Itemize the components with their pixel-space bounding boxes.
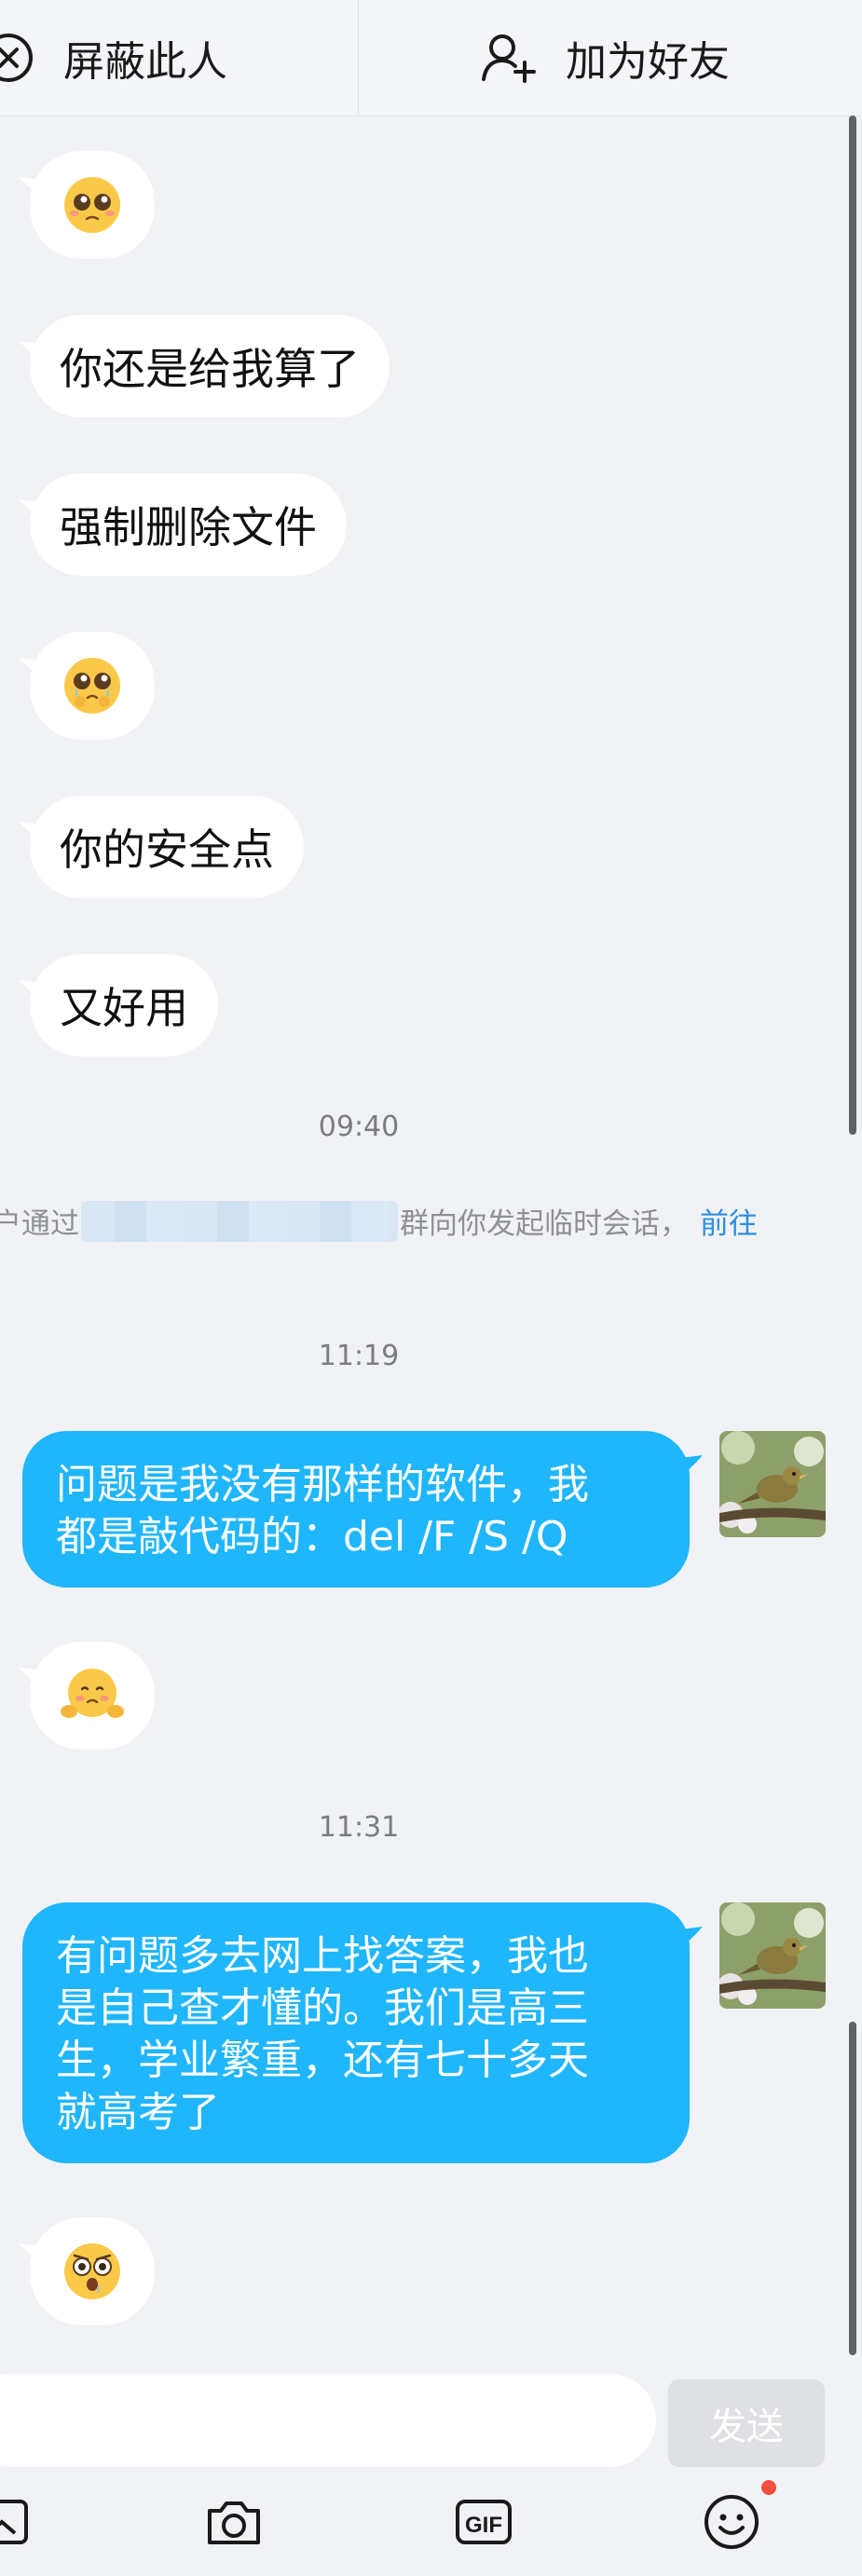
message-input[interactable] — [0, 2374, 656, 2467]
bubble-tail — [19, 822, 47, 848]
avatar[interactable] — [719, 1431, 826, 1537]
message-emoji-shy[interactable] — [19, 1642, 155, 1750]
bubble-tail — [19, 658, 47, 684]
bubble-tail — [19, 980, 47, 1006]
bubble-tail — [19, 341, 47, 367]
message-sent[interactable]: 有问题多去网上找答案，我也 是自己查才懂的。我们是高三 生，学业繁重，还有七十多… — [22, 1902, 703, 2163]
go-to-group-link[interactable]: 前往 — [700, 1200, 758, 1242]
svg-text:GIF: GIF — [465, 2513, 502, 2538]
emoji-icon — [705, 2495, 759, 2549]
message-text: 你的安全点 — [60, 825, 274, 875]
bird-avatar-image — [719, 1431, 826, 1537]
bubble-tail — [673, 1927, 703, 1955]
timestamp: 09:40 — [318, 1111, 400, 1143]
timestamp: 11:19 — [318, 1340, 400, 1372]
gif-button[interactable]: GIF — [451, 2489, 516, 2555]
bird-avatar-image — [719, 1902, 826, 2009]
image-button[interactable] — [0, 2489, 43, 2555]
send-button[interactable]: 发送 — [668, 2379, 825, 2467]
shy-face-emoji-icon — [61, 1669, 124, 1718]
chat-action-bar: 屏蔽此人 加为好友 — [0, 0, 862, 116]
bubble-tail — [19, 177, 47, 203]
bottom-toolbar: GIF — [0, 2473, 862, 2576]
message-text: 强制删除文件 — [60, 502, 317, 552]
image-icon — [0, 2500, 28, 2544]
message-received[interactable]: 你的安全点 — [19, 796, 304, 898]
message-text: 又好用 — [60, 983, 188, 1033]
gif-icon: GIF — [456, 2500, 512, 2544]
bubble-tail — [19, 1668, 47, 1694]
add-user-icon — [482, 34, 536, 83]
avatar[interactable] — [719, 1902, 826, 2009]
topbar-divider — [358, 0, 359, 116]
message-emoji-shocked[interactable] — [19, 2217, 155, 2325]
message-text-line: 都是敲代码的：del /F /S /Q — [56, 1513, 568, 1561]
scroll-thumb-top[interactable] — [849, 116, 856, 1135]
add-friend-label: 加为好友 — [566, 38, 730, 86]
bubble-tail — [19, 499, 47, 525]
blurred-group-name — [81, 1200, 398, 1242]
emoji-button[interactable] — [699, 2480, 776, 2555]
message-received[interactable]: 强制删除文件 — [19, 473, 347, 576]
pleading-face-emoji-icon — [64, 177, 120, 233]
notice-prefix: 户通过 — [0, 1207, 79, 1241]
message-text-line: 是自己查才懂的。我们是高三 — [56, 1984, 589, 2032]
message-emoji-pleading[interactable] — [19, 151, 155, 259]
message-emoji-crying[interactable] — [19, 632, 155, 740]
crying-pleading-emoji-icon — [64, 658, 120, 714]
message-input-area: 发送 — [0, 2361, 862, 2473]
message-text-line: 生，学业繁重，还有七十多天 — [56, 2037, 589, 2084]
bubble-tail — [673, 1455, 703, 1483]
message-sent[interactable]: 问题是我没有那样的软件，我 都是敲代码的：del /F /S /Q — [22, 1431, 703, 1588]
timestamp: 11:31 — [318, 1811, 400, 1844]
scroll-thumb-bottom[interactable] — [849, 2022, 856, 2355]
block-user-label: 屏蔽此人 — [63, 38, 227, 86]
message-text-line: 有问题多去网上找答案，我也 — [56, 1932, 589, 1980]
message-text: 你还是给我算了 — [60, 344, 360, 394]
message-text-line: 问题是我没有那样的软件，我 — [56, 1461, 589, 1508]
block-icon — [0, 34, 33, 82]
bubble-tail — [19, 2243, 47, 2269]
message-received[interactable]: 又好用 — [19, 954, 218, 1056]
notification-dot — [761, 2480, 776, 2495]
temporary-session-notice: 户通过 群向你发起临时会话， 前往 — [0, 1200, 758, 1242]
camera-icon — [208, 2501, 260, 2544]
block-user-button[interactable]: 屏蔽此人 — [0, 0, 227, 116]
add-friend-button[interactable]: 加为好友 — [480, 0, 730, 116]
message-text-line: 就高考了 — [56, 2089, 220, 2136]
shocked-face-emoji-icon — [64, 2243, 120, 2299]
message-received[interactable]: 你还是给我算了 — [19, 315, 390, 417]
camera-button[interactable] — [201, 2489, 267, 2555]
notice-suffix: 群向你发起临时会话， — [400, 1207, 689, 1241]
